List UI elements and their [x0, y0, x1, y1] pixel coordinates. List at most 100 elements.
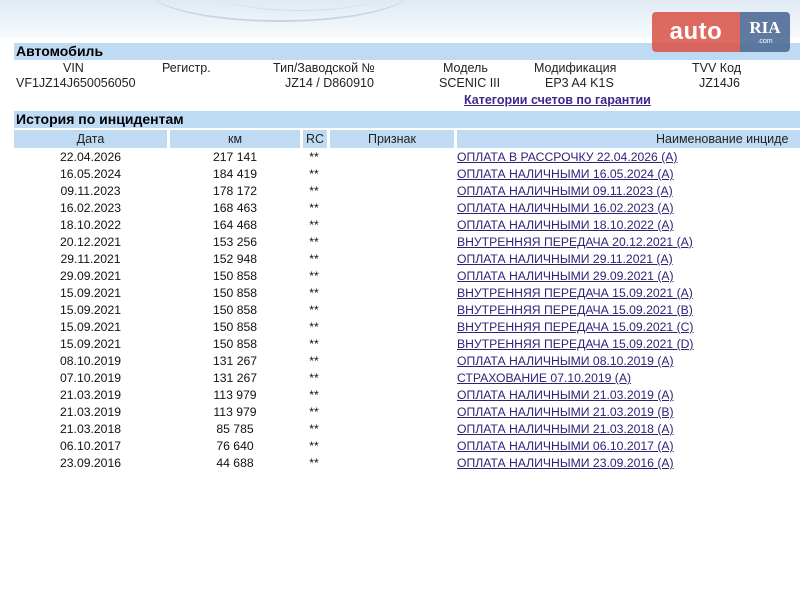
incident-name-link[interactable]: ВНУТРЕННЯЯ ПЕРЕДАЧА 15.09.2021 (D) [457, 336, 693, 353]
incident-name-link[interactable]: ОПЛАТА НАЛИЧНЫМИ 21.03.2019 (A) [457, 387, 674, 404]
incident-rc: ** [309, 201, 319, 215]
incident-rc: ** [309, 371, 319, 385]
incident-date: 21.03.2018 [60, 422, 121, 436]
incident-name-link[interactable]: ВНУТРЕННЯЯ ПЕРЕДАЧА 15.09.2021 (A) [457, 285, 693, 302]
logo-ria-domain: .com [757, 38, 773, 45]
incident-rc: ** [309, 269, 319, 283]
logo-auto-text: auto [652, 12, 740, 52]
table-row: 08.10.2019 131 267 ** ОПЛАТА НАЛИЧНЫМИ 08.1… [14, 353, 800, 370]
incident-name-link[interactable]: ОПЛАТА В РАССРОЧКУ 22.04.2026 (A) [457, 149, 677, 166]
incident-date: 15.09.2021 [60, 337, 121, 351]
column-sign: Признак [330, 130, 454, 148]
incident-history-title: История по инцидентам [14, 111, 800, 128]
incident-rc: ** [309, 252, 319, 266]
column-date: Дата [14, 130, 167, 148]
modification-header: Модификация [534, 61, 617, 75]
incident-name-link[interactable]: СТРАХОВАНИЕ 07.10.2019 (A) [457, 370, 631, 387]
table-row: 07.10.2019 131 267 ** СТРАХОВАНИЕ 07.10.201… [14, 370, 800, 387]
incident-name-link[interactable]: ОПЛАТА НАЛИЧНЫМИ 16.02.2023 (A) [457, 200, 674, 217]
incident-km: 217 141 [212, 150, 258, 164]
table-row: 15.09.2021 150 858 ** ВНУТРЕННЯЯ ПЕРЕДАЧА 1… [14, 336, 800, 353]
incident-name-link[interactable]: ОПЛАТА НАЛИЧНЫМИ 08.10.2019 (A) [457, 353, 674, 370]
table-row: 16.02.2023 168 463 ** ОПЛАТА НАЛИЧНЫМИ 16.0… [14, 200, 800, 217]
model-value: SCENIC III [439, 76, 501, 90]
incident-rc: ** [309, 456, 319, 470]
incident-name-link[interactable]: ОПЛАТА НАЛИЧНЫМИ 21.03.2018 (A) [457, 421, 674, 438]
incident-name-link[interactable]: ОПЛАТА НАЛИЧНЫМИ 23.09.2016 (A) [457, 455, 674, 472]
column-rc: RC [303, 130, 327, 148]
incident-date: 18.10.2022 [60, 218, 121, 232]
incident-date: 08.10.2019 [60, 354, 121, 368]
logo-ria-block: RIA .com [740, 12, 790, 52]
column-incident-name-label: Наименование инциде [656, 132, 789, 146]
incident-km: 85 785 [216, 422, 254, 436]
incident-name-link[interactable]: ОПЛАТА НАЛИЧНЫМИ 16.05.2024 (A) [457, 166, 674, 183]
incident-km: 113 979 [213, 405, 257, 419]
table-row: 22.04.2026 217 141 ** ОПЛАТА В РАССРОЧКУ 22… [14, 149, 800, 166]
incident-date: 20.12.2021 [60, 235, 121, 249]
incident-km: 150 858 [212, 303, 258, 317]
logo-ria-text: RIA [749, 18, 781, 37]
table-row: 15.09.2021 150 858 ** ВНУТРЕННЯЯ ПЕРЕДАЧА 1… [14, 319, 800, 336]
tvv-code-value: JZ14J6 [699, 76, 740, 90]
incident-name-link[interactable]: ОПЛАТА НАЛИЧНЫМИ 29.11.2021 (A) [457, 251, 673, 268]
incident-table-header: Дата км RC Признак Наименование инциде [14, 130, 800, 148]
incident-rc: ** [309, 303, 319, 317]
table-row: 29.11.2021 152 948 ** ОПЛАТА НАЛИЧНЫМИ 29.1… [14, 251, 800, 268]
incident-date: 29.11.2021 [60, 252, 121, 266]
warranty-categories-link[interactable]: Категории счетов по гарантии [464, 93, 651, 107]
incident-date: 16.05.2024 [60, 167, 121, 181]
table-row: 15.09.2021 150 858 ** ВНУТРЕННЯЯ ПЕРЕДАЧА 1… [14, 302, 800, 319]
incident-date: 29.09.2021 [60, 269, 121, 283]
table-row: 15.09.2021 150 858 ** ВНУТРЕННЯЯ ПЕРЕДАЧА 1… [14, 285, 800, 302]
table-row: 21.03.2019 113 979 ** ОПЛАТА НАЛИЧНЫМИ 21.0… [14, 387, 800, 404]
incident-km: 152 948 [212, 252, 258, 266]
incident-km: 153 256 [212, 235, 258, 249]
incident-name-link[interactable]: ОПЛАТА НАЛИЧНЫМИ 06.10.2017 (A) [457, 438, 674, 455]
incident-rc: ** [309, 439, 319, 453]
incident-km: 76 640 [216, 439, 254, 453]
incident-rc: ** [309, 184, 319, 198]
incident-name-link[interactable]: ОПЛАТА НАЛИЧНЫМИ 18.10.2022 (A) [457, 217, 674, 234]
incident-date: 15.09.2021 [60, 303, 121, 317]
incident-km: 131 267 [212, 371, 258, 385]
table-row: 06.10.2017 76 640 ** ОПЛАТА НАЛИЧНЫМИ 06.10… [14, 438, 800, 455]
table-row: 23.09.2016 44 688 ** ОПЛАТА НАЛИЧНЫМИ 23.09… [14, 455, 800, 472]
incident-km: 164 468 [212, 218, 258, 232]
incident-rc: ** [309, 235, 319, 249]
incident-km: 150 858 [212, 269, 258, 283]
incident-name-link[interactable]: ОПЛАТА НАЛИЧНЫМИ 09.11.2023 (A) [457, 183, 673, 200]
incident-name-link[interactable]: ВНУТРЕННЯЯ ПЕРЕДАЧА 20.12.2021 (A) [457, 234, 693, 251]
incident-name-link[interactable]: ВНУТРЕННЯЯ ПЕРЕДАЧА 15.09.2021 (C) [457, 319, 693, 336]
incident-km: 178 172 [212, 184, 258, 198]
incident-date: 09.11.2023 [60, 184, 121, 198]
incident-rc: ** [309, 286, 319, 300]
table-row: 21.03.2019 113 979 ** ОПЛАТА НАЛИЧНЫМИ 21.0… [14, 404, 800, 421]
incident-km: 131 267 [212, 354, 258, 368]
registration-header: Регистр. [162, 61, 211, 75]
vin-header: VIN [63, 61, 84, 75]
incident-name-link[interactable]: ОПЛАТА НАЛИЧНЫМИ 29.09.2021 (A) [457, 268, 674, 285]
incident-name-link[interactable]: ОПЛАТА НАЛИЧНЫМИ 21.03.2019 (B) [457, 404, 674, 421]
incident-date: 16.02.2023 [60, 201, 121, 215]
vehicle-value-row: VF1JZ14J650056050 JZ14 / D860910 SCENIC … [14, 76, 800, 91]
tvv-code-header: TVV Код [692, 61, 742, 75]
incident-date: 15.09.2021 [60, 320, 121, 334]
incident-km: 150 858 [212, 337, 258, 351]
table-row: 09.11.2023 178 172 ** ОПЛАТА НАЛИЧНЫМИ 09.1… [14, 183, 800, 200]
incident-date: 07.10.2019 [60, 371, 121, 385]
incident-km: 150 858 [212, 320, 258, 334]
table-row: 18.10.2022 164 468 ** ОПЛАТА НАЛИЧНЫМИ 18.1… [14, 217, 800, 234]
incident-date: 06.10.2017 [60, 439, 121, 453]
incident-name-link[interactable]: ВНУТРЕННЯЯ ПЕРЕДАЧА 15.09.2021 (B) [457, 302, 693, 319]
table-row: 20.12.2021 153 256 ** ВНУТРЕННЯЯ ПЕРЕДАЧА 2… [14, 234, 800, 251]
column-incident-name: Наименование инциде [457, 130, 800, 148]
autoria-watermark-logo: auto RIA .com [652, 12, 790, 52]
vin-value: VF1JZ14J650056050 [16, 76, 136, 90]
incident-km: 150 858 [212, 286, 258, 300]
incident-km: 168 463 [212, 201, 258, 215]
modification-value: EP3 A4 K1S [545, 76, 614, 90]
incident-date: 21.03.2019 [60, 388, 121, 402]
incident-rc: ** [309, 150, 319, 164]
incident-date: 21.03.2019 [60, 405, 121, 419]
